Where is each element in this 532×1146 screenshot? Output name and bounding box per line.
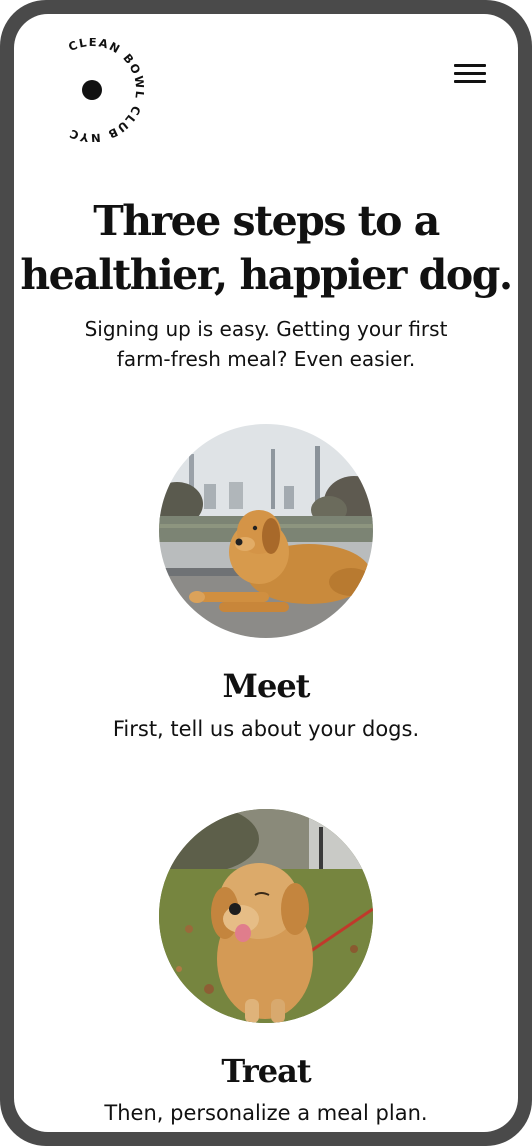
screen: CLEAN BOWL CLUB NYC Three steps to a hea… [14, 14, 518, 1132]
step-treat-photo [159, 809, 373, 1023]
step-treat-description: Then, personalize a meal plan. [104, 1101, 428, 1125]
step-meet-photo [159, 424, 373, 638]
step-meet-title: Meet [222, 667, 311, 705]
menu-line [454, 80, 486, 83]
device-frame: CLEAN BOWL CLUB NYC Three steps to a hea… [0, 0, 532, 1146]
page-subtitle-line-2: farm-fresh meal? Even easier. [116, 347, 416, 371]
menu-line [454, 72, 486, 75]
page-title-line-2: healthier, happier dog. [20, 251, 513, 299]
page-title-line-1: Three steps to a [93, 197, 440, 245]
menu-line [454, 64, 486, 67]
hamburger-menu-icon[interactable] [450, 62, 490, 90]
step-treat-title: Treat [221, 1052, 311, 1090]
logo-dot-icon [82, 80, 102, 100]
logo-ring-text: CLEAN BOWL CLUB NYC [66, 38, 144, 142]
page-subtitle-line-1: Signing up is easy. Getting your first [84, 317, 448, 341]
page-subtitle: Signing up is easy. Getting your first f… [54, 314, 478, 374]
page-title: Three steps to a healthier, happier dog. [14, 194, 518, 302]
step-meet-description: First, tell us about your dogs. [112, 717, 420, 741]
clean-bowl-club-logo[interactable]: CLEAN BOWL CLUB NYC [40, 38, 144, 142]
